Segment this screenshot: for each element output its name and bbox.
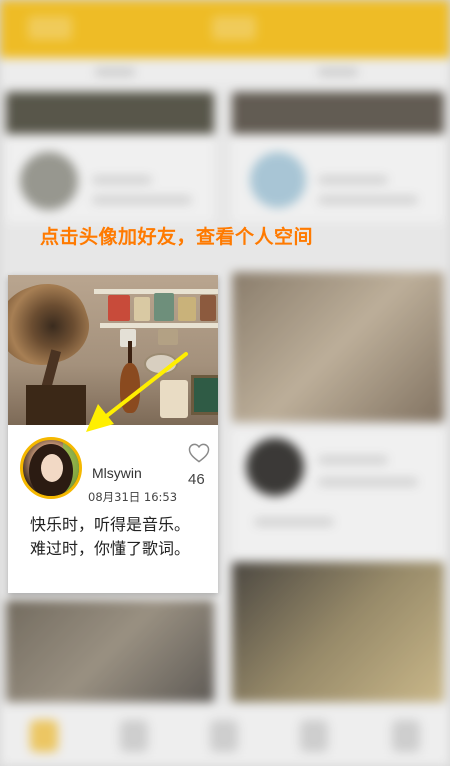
like-count: 46 (188, 471, 205, 488)
guide-hint-text: 点击头像加好友，查看个人空间 (40, 226, 314, 248)
user-avatar[interactable] (20, 437, 82, 499)
violin (120, 363, 140, 413)
card-photo[interactable] (8, 275, 218, 425)
post-timestamp: 08月31日 16:53 (88, 490, 178, 504)
username[interactable]: Mlsywin (92, 465, 142, 481)
heart-icon[interactable] (188, 443, 210, 463)
post-caption: 快乐时，听得是音乐。难过时，你懂了歌词。 (30, 515, 191, 558)
card-info: Mlsywin 08月31日 16:53 46 快乐时，听得是音乐。难过时，你懂… (8, 425, 218, 593)
highlighted-feed-card[interactable]: Mlsywin 08月31日 16:53 46 快乐时，听得是音乐。难过时，你懂… (8, 275, 218, 593)
